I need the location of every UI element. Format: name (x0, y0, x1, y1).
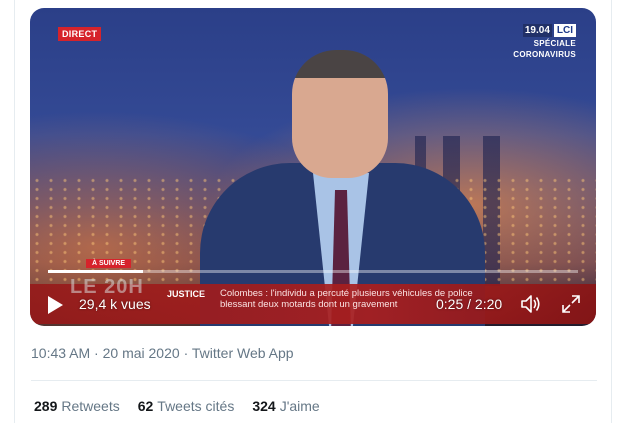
play-icon[interactable] (46, 295, 64, 315)
video-progress-bar[interactable] (48, 270, 578, 273)
channel-brand: LCI (553, 24, 576, 37)
special-label-line2: CORONAVIRUS (513, 50, 576, 59)
tweet-source[interactable]: Twitter Web App (192, 345, 294, 361)
likes-label: J'aime (279, 398, 320, 414)
volume-icon[interactable] (520, 294, 542, 314)
video-timecode: 0:25 / 2:20 (436, 296, 503, 312)
meta-separator: · (94, 345, 99, 361)
fullscreen-icon[interactable] (561, 294, 581, 314)
likes-count: 324 (252, 398, 276, 414)
retweets-stat[interactable]: 289 Retweets (34, 398, 120, 414)
quote-tweets-count: 62 (137, 398, 154, 414)
retweets-label: Retweets (61, 398, 120, 414)
view-count: 29,4 k vues (79, 296, 151, 312)
quote-tweets-stat[interactable]: 62 Tweets cités (138, 398, 235, 414)
channel-logo: 19.04 LCI SPÉCIALE CORONAVIRUS (513, 24, 576, 59)
video-progress-fill (48, 270, 144, 273)
quote-tweets-label: Tweets cités (157, 398, 235, 414)
special-label-line1: SPÉCIALE (533, 39, 576, 48)
tweet-stats: 289 Retweets 62 Tweets cités 324 J'aime (34, 398, 320, 414)
live-badge: DIRECT (58, 27, 102, 41)
tweet-meta: 10:43 AM · 20 mai 2020 · Twitter Web App (31, 345, 294, 361)
channel-clock: 19.04 (522, 24, 552, 37)
meta-separator: · (183, 345, 189, 361)
retweets-count: 289 (34, 398, 58, 414)
news-section-label: JUSTICE (167, 289, 206, 299)
video-player[interactable]: DIRECT 19.04 LCI SPÉCIALE CORONAVIRUS À … (30, 8, 596, 326)
divider (31, 380, 597, 381)
up-next-label: À SUIVRE (86, 259, 132, 268)
tweet-date[interactable]: 20 mai 2020 (103, 345, 180, 361)
presenter-head (292, 50, 388, 178)
likes-stat[interactable]: 324 J'aime (252, 398, 319, 414)
tweet-time[interactable]: 10:43 AM (31, 345, 90, 361)
